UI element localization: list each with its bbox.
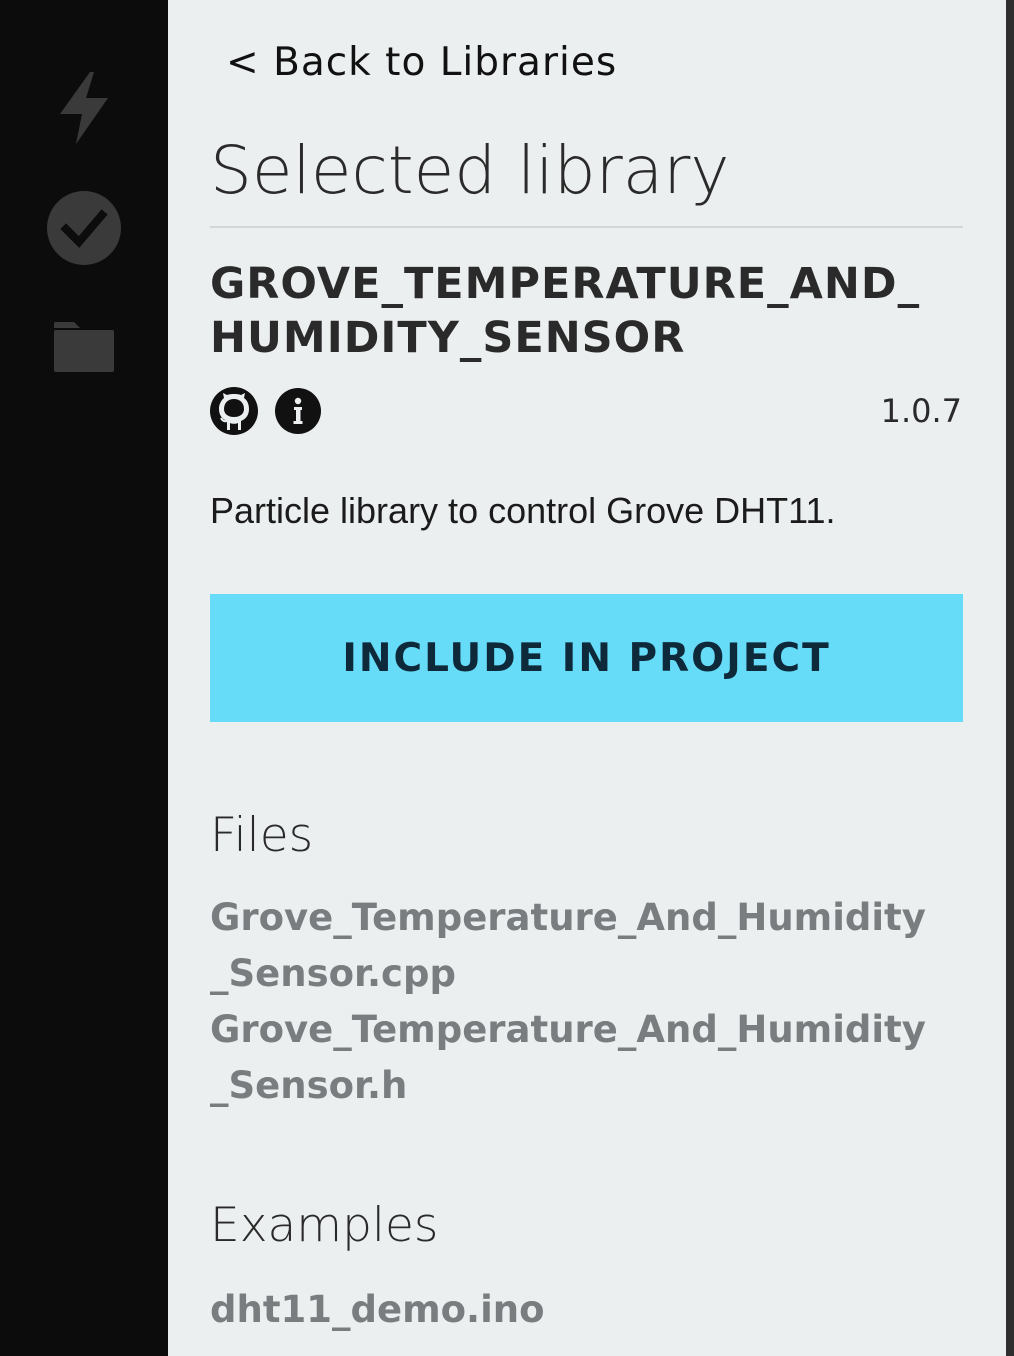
example-item[interactable]: dht11_demo.ino (210, 1282, 990, 1338)
back-to-libraries-link[interactable]: < Back to Libraries (226, 40, 617, 85)
library-version: 1.0.7 (880, 392, 962, 430)
library-detail-panel: < Back to Libraries Selected library GRO… (168, 0, 1006, 1356)
title-divider (210, 226, 963, 228)
sidebar (0, 0, 168, 1356)
include-in-project-button[interactable]: INCLUDE IN PROJECT (210, 594, 963, 722)
example-name: dht11_demo.ino (210, 1288, 545, 1331)
library-name: GROVE_TEMPERATURE_AND_ HUMIDITY_SENSOR (210, 257, 970, 365)
file-item[interactable]: Grove_Temperature_And_Humidity _Sensor.h (210, 1002, 990, 1114)
info-icon[interactable] (275, 388, 321, 434)
library-name-line-1: GROVE_TEMPERATURE_AND_ (210, 259, 921, 309)
file-name-part-1: Grove_Temperature_And_Humidity (210, 1008, 926, 1051)
page-title: Selected library (210, 132, 730, 209)
examples-section-title: Examples (210, 1198, 439, 1253)
files-section-title: Files (210, 808, 314, 863)
library-name-line-2: HUMIDITY_SENSOR (210, 313, 686, 363)
folder-icon[interactable] (52, 320, 116, 374)
file-name-part-2: _Sensor.h (210, 1064, 408, 1107)
file-item[interactable]: Grove_Temperature_And_Humidity _Sensor.c… (210, 890, 990, 1002)
check-circle-icon[interactable] (46, 190, 122, 266)
file-name-part-2: _Sensor.cpp (210, 952, 456, 995)
library-description: Particle library to control Grove DHT11. (210, 490, 836, 531)
file-name-part-1: Grove_Temperature_And_Humidity (210, 896, 926, 939)
lightning-icon[interactable] (58, 72, 110, 144)
github-icon[interactable] (209, 386, 259, 436)
window-edge (1006, 0, 1014, 1356)
